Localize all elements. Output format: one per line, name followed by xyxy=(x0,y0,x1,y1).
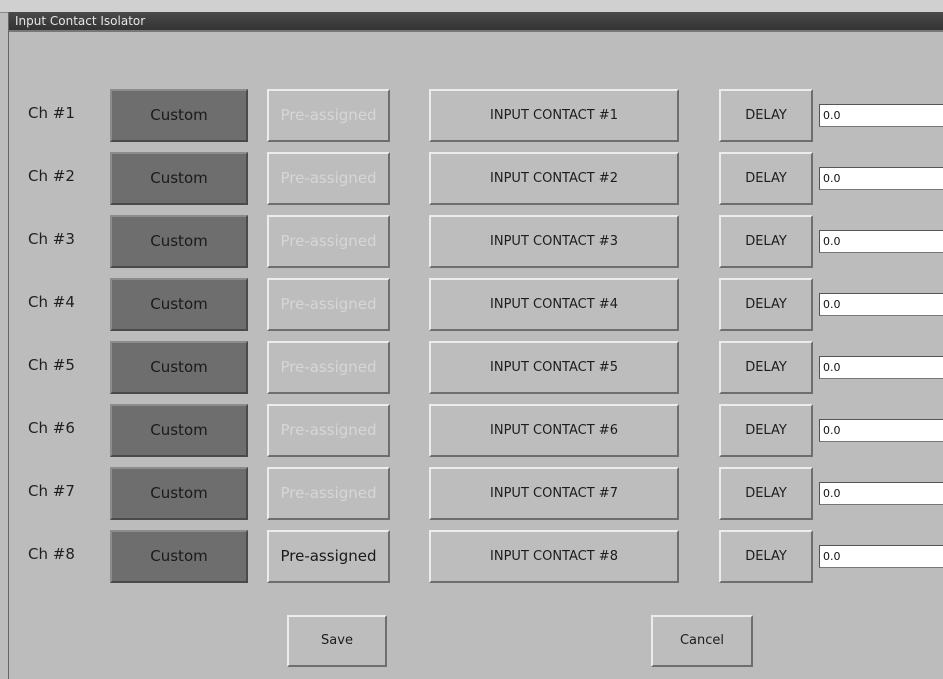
channel-label-6: Ch #6 xyxy=(28,419,75,437)
preassigned-button-ch1[interactable]: Pre-assigned xyxy=(267,89,390,142)
delay-value-field-ch4[interactable] xyxy=(819,293,943,316)
preassigned-button-ch6[interactable]: Pre-assigned xyxy=(267,404,390,457)
delay-button-ch1[interactable]: DELAY xyxy=(719,89,813,142)
window-title: Input Contact Isolator xyxy=(9,12,943,30)
preassigned-button-ch5[interactable]: Pre-assigned xyxy=(267,341,390,394)
channel-label-4: Ch #4 xyxy=(28,293,75,311)
channel-label-7: Ch #7 xyxy=(28,482,75,500)
preassigned-button-ch4[interactable]: Pre-assigned xyxy=(267,278,390,331)
channel-label-8: Ch #8 xyxy=(28,545,75,563)
channel-label-5: Ch #5 xyxy=(28,356,75,374)
delay-button-ch5[interactable]: DELAY xyxy=(719,341,813,394)
channel-label-3: Ch #3 xyxy=(28,230,75,248)
custom-button-ch4[interactable]: Custom xyxy=(110,278,248,331)
input-contact-button-ch4[interactable]: INPUT CONTACT #4 xyxy=(429,278,679,331)
input-contact-button-ch8[interactable]: INPUT CONTACT #8 xyxy=(429,530,679,583)
preassigned-button-ch7[interactable]: Pre-assigned xyxy=(267,467,390,520)
delay-button-ch4[interactable]: DELAY xyxy=(719,278,813,331)
delay-button-ch7[interactable]: DELAY xyxy=(719,467,813,520)
custom-button-ch8[interactable]: Custom xyxy=(110,530,248,583)
delay-button-ch8[interactable]: DELAY xyxy=(719,530,813,583)
delay-value-field-ch6[interactable] xyxy=(819,419,943,442)
delay-value-field-ch7[interactable] xyxy=(819,482,943,505)
custom-button-ch7[interactable]: Custom xyxy=(110,467,248,520)
input-contact-isolator-window: Input Contact Isolator Ch #1 Custom Pre-… xyxy=(8,12,943,679)
preassigned-button-ch3[interactable]: Pre-assigned xyxy=(267,215,390,268)
preassigned-button-ch2[interactable]: Pre-assigned xyxy=(267,152,390,205)
channel-label-2: Ch #2 xyxy=(28,167,75,185)
input-contact-button-ch7[interactable]: INPUT CONTACT #7 xyxy=(429,467,679,520)
preassigned-button-ch8[interactable]: Pre-assigned xyxy=(267,530,390,583)
delay-button-ch6[interactable]: DELAY xyxy=(719,404,813,457)
delay-value-field-ch2[interactable] xyxy=(819,167,943,190)
custom-button-ch5[interactable]: Custom xyxy=(110,341,248,394)
delay-button-ch3[interactable]: DELAY xyxy=(719,215,813,268)
custom-button-ch2[interactable]: Custom xyxy=(110,152,248,205)
input-contact-button-ch2[interactable]: INPUT CONTACT #2 xyxy=(429,152,679,205)
save-button[interactable]: Save xyxy=(287,615,387,667)
channel-label-1: Ch #1 xyxy=(28,104,75,122)
title-divider xyxy=(9,30,943,32)
custom-button-ch3[interactable]: Custom xyxy=(110,215,248,268)
delay-value-field-ch3[interactable] xyxy=(819,230,943,253)
delay-value-field-ch1[interactable] xyxy=(819,104,943,127)
delay-button-ch2[interactable]: DELAY xyxy=(719,152,813,205)
input-contact-button-ch3[interactable]: INPUT CONTACT #3 xyxy=(429,215,679,268)
input-contact-button-ch1[interactable]: INPUT CONTACT #1 xyxy=(429,89,679,142)
input-contact-button-ch5[interactable]: INPUT CONTACT #5 xyxy=(429,341,679,394)
custom-button-ch6[interactable]: Custom xyxy=(110,404,248,457)
input-contact-button-ch6[interactable]: INPUT CONTACT #6 xyxy=(429,404,679,457)
delay-value-field-ch8[interactable] xyxy=(819,545,943,568)
custom-button-ch1[interactable]: Custom xyxy=(110,89,248,142)
cancel-button[interactable]: Cancel xyxy=(651,615,753,667)
delay-value-field-ch5[interactable] xyxy=(819,356,943,379)
